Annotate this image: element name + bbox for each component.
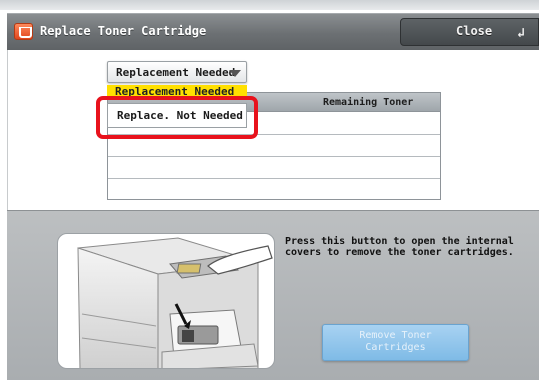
instruction-text: Press this button to open the internal c… <box>285 236 514 258</box>
remove-toner-cartridges-button[interactable]: Remove Toner Cartridges <box>322 324 469 361</box>
return-arrow-icon: ↲ <box>517 26 525 41</box>
replacement-filter-dropdown[interactable]: Replacement Needed <box>107 61 247 83</box>
column-remaining-toner: Remaining Toner <box>323 97 414 108</box>
title-bar: Replace Toner Cartridge Close ↲ <box>7 13 539 50</box>
screen: Replace Toner Cartridge Close ↲ Remainin… <box>0 0 539 380</box>
window-title: Replace Toner Cartridge <box>40 24 207 38</box>
toner-cartridge-icon <box>14 23 33 40</box>
printer-open-cover-icon <box>77 237 273 368</box>
printer-illustration <box>57 233 275 369</box>
close-button[interactable]: Close ↲ <box>400 18 539 46</box>
table-row[interactable] <box>108 179 440 201</box>
highlight-box <box>96 96 258 139</box>
remove-button-label: Remove Toner Cartridges <box>359 330 432 353</box>
dropdown-selected-label: Replacement Needed <box>116 66 236 79</box>
close-button-label: Close <box>456 24 493 38</box>
chevron-down-icon <box>229 70 241 77</box>
screen-bezel <box>0 0 539 10</box>
table-row[interactable] <box>108 157 440 179</box>
